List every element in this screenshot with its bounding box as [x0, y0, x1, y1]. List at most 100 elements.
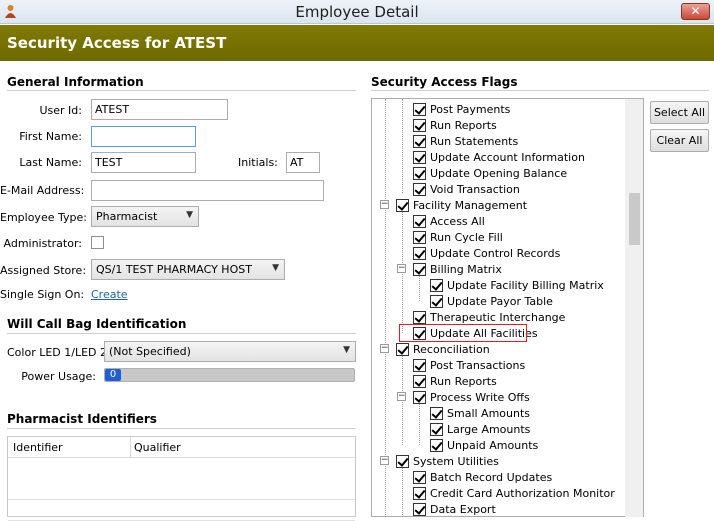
collapse-icon[interactable]: − [380, 200, 389, 209]
flag-data-export[interactable]: Data Export [413, 501, 496, 517]
flag-update-account-information[interactable]: Update Account Information [413, 149, 585, 165]
flag-reconciliation[interactable]: Reconciliation [396, 341, 490, 357]
initials-field[interactable]: AT [286, 152, 320, 173]
employee-type-label: Employee Type: [0, 211, 87, 224]
sso-create-link[interactable]: Create [91, 288, 128, 301]
flag-system-utilities[interactable]: System Utilities [396, 453, 499, 469]
flag-batch-record-updates[interactable]: Batch Record Updates [413, 469, 552, 485]
flag-void-transaction[interactable]: Void Transaction [413, 181, 520, 197]
collapse-icon[interactable]: − [397, 392, 406, 401]
column-header-qualifier[interactable]: Qualifier [134, 441, 181, 454]
flag-billing-matrix[interactable]: Billing Matrix [413, 261, 502, 277]
checked-icon[interactable] [430, 406, 443, 420]
checked-icon[interactable] [413, 502, 426, 516]
checked-icon[interactable] [413, 150, 426, 164]
administrator-label: Administrator: [3, 237, 83, 250]
flag-update-control-records[interactable]: Update Control Records [413, 245, 560, 261]
flag-facility-management[interactable]: Facility Management [396, 197, 527, 213]
checked-icon[interactable] [413, 230, 426, 244]
checked-icon[interactable] [430, 278, 443, 292]
power-usage-value: 0 [105, 369, 121, 381]
collapse-icon[interactable]: − [397, 264, 406, 273]
last-name-field[interactable]: TEST [91, 152, 196, 173]
chevron-down-icon: ▼ [343, 345, 350, 355]
initials-label: Initials: [238, 156, 278, 169]
table-row[interactable] [8, 479, 355, 500]
checked-icon[interactable] [413, 374, 426, 388]
pharmacist-ids-table[interactable]: Identifier Qualifier [7, 436, 356, 521]
column-header-identifier[interactable]: Identifier [13, 441, 63, 454]
window-titlebar: Employee Detail ✕ [0, 0, 714, 24]
close-button[interactable]: ✕ [681, 3, 710, 20]
flag-small-amounts[interactable]: Small Amounts [430, 405, 530, 421]
checked-icon[interactable] [413, 262, 426, 276]
flag-run-reports-reconciliation[interactable]: Run Reports [413, 373, 497, 389]
checked-icon[interactable] [413, 358, 426, 372]
flag-unpaid-amounts[interactable]: Unpaid Amounts [430, 437, 538, 453]
first-name-field[interactable] [91, 126, 196, 147]
checked-icon[interactable] [396, 454, 409, 468]
collapse-icon[interactable]: − [380, 456, 389, 465]
checked-icon[interactable] [430, 422, 443, 436]
tree-guide-line [402, 99, 403, 193]
checked-icon[interactable] [413, 246, 426, 260]
administrator-checkbox[interactable] [91, 236, 104, 249]
divider [7, 428, 356, 429]
power-usage-slider[interactable]: 0 [104, 368, 355, 382]
column-separator [130, 437, 131, 457]
color-led-select[interactable]: (Not Specified) ▼ [104, 341, 356, 362]
tree-scrollbar[interactable] [625, 99, 643, 517]
checked-icon[interactable] [430, 438, 443, 452]
flag-credit-card-authorization-monitor[interactable]: Credit Card Authorization Monitor [413, 485, 615, 501]
flag-post-payments[interactable]: Post Payments [413, 101, 510, 117]
security-flags-heading: Security Access Flags [371, 75, 518, 89]
chevron-down-icon: ▼ [186, 210, 193, 220]
collapse-icon[interactable]: − [380, 344, 389, 353]
flag-update-payor-table[interactable]: Update Payor Table [430, 293, 553, 309]
assigned-store-label: Assigned Store: [0, 264, 87, 277]
employee-type-value: Pharmacist [96, 210, 158, 223]
flag-large-amounts[interactable]: Large Amounts [430, 421, 530, 437]
checked-icon[interactable] [413, 166, 426, 180]
pharmacist-ids-heading: Pharmacist Identifiers [7, 412, 157, 426]
flag-post-transactions[interactable]: Post Transactions [413, 357, 525, 373]
user-id-field[interactable]: ATEST [91, 99, 228, 120]
table-header: Identifier Qualifier [8, 437, 355, 458]
email-field[interactable] [91, 180, 324, 201]
checked-icon[interactable] [413, 102, 426, 116]
table-row[interactable] [8, 500, 355, 521]
flag-run-statements[interactable]: Run Statements [413, 133, 518, 149]
last-name-label: Last Name: [19, 156, 82, 169]
email-label: E-Mail Address: [0, 184, 85, 197]
checked-icon[interactable] [413, 486, 426, 500]
checked-icon[interactable] [413, 390, 426, 404]
checked-icon[interactable] [396, 198, 409, 212]
assigned-store-select[interactable]: QS/1 TEST PHARMACY HOST ▼ [91, 259, 285, 280]
will-call-heading: Will Call Bag Identification [7, 317, 187, 331]
employee-type-select[interactable]: Pharmacist ▼ [91, 206, 199, 227]
first-name-label: First Name: [19, 130, 82, 143]
checked-icon[interactable] [413, 310, 426, 324]
checked-icon[interactable] [413, 182, 426, 196]
flag-process-write-offs[interactable]: Process Write Offs [413, 389, 530, 405]
color-led-value: (Not Specified) [109, 345, 191, 358]
checked-icon[interactable] [413, 118, 426, 132]
checked-icon[interactable] [413, 470, 426, 484]
flag-run-cycle-fill[interactable]: Run Cycle Fill [413, 229, 503, 245]
flag-run-reports[interactable]: Run Reports [413, 117, 497, 133]
select-all-button[interactable]: Select All [650, 101, 709, 124]
flag-access-all[interactable]: Access All [413, 213, 485, 229]
general-info-heading: General Information [7, 75, 144, 89]
assigned-store-value: QS/1 TEST PHARMACY HOST [96, 263, 252, 276]
tree-guide-line [402, 467, 403, 517]
flag-therapeutic-interchange[interactable]: Therapeutic Interchange [413, 309, 565, 325]
checked-icon[interactable] [413, 134, 426, 148]
flag-update-opening-balance[interactable]: Update Opening Balance [413, 165, 567, 181]
checked-icon[interactable] [396, 342, 409, 356]
clear-all-button[interactable]: Clear All [650, 129, 709, 152]
checked-icon[interactable] [430, 294, 443, 308]
checked-icon[interactable] [413, 214, 426, 228]
scrollbar-thumb[interactable] [629, 193, 640, 245]
divider [371, 90, 709, 91]
flag-update-facility-billing-matrix[interactable]: Update Facility Billing Matrix [430, 277, 604, 293]
